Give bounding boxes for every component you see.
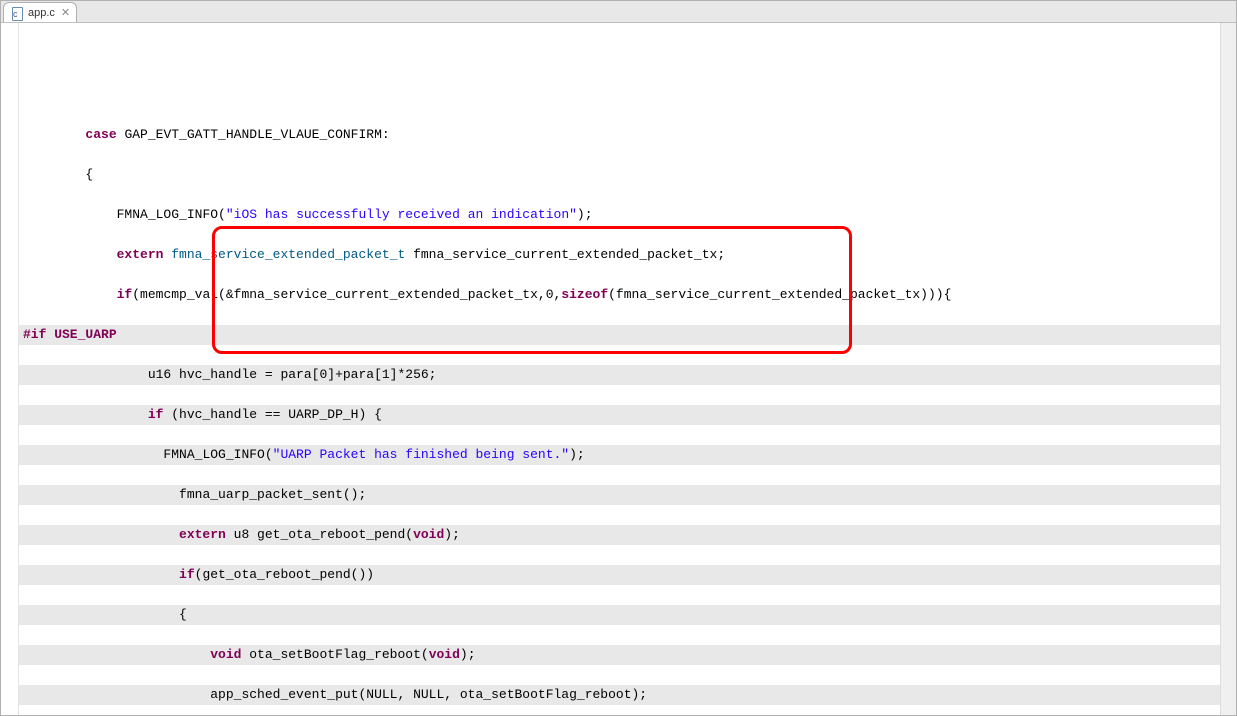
editor-window: app.c ✕ case GAP_EVT_GATT_HANDLE_VLAUE_C…: [0, 0, 1237, 716]
code-line: fmna_uarp_packet_sent();: [19, 485, 1236, 505]
c-file-icon: [10, 6, 24, 20]
code-line: extern fmna_service_extended_packet_t fm…: [19, 245, 1236, 265]
code-line: {: [19, 605, 1236, 625]
code-line: void ota_setBootFlag_reboot(void);: [19, 645, 1236, 665]
code-line: case GAP_EVT_GATT_HANDLE_VLAUE_CONFIRM:: [19, 125, 1236, 145]
code-content[interactable]: case GAP_EVT_GATT_HANDLE_VLAUE_CONFIRM: …: [19, 23, 1236, 715]
code-line: app_sched_event_put(NULL, NULL, ota_setB…: [19, 685, 1236, 705]
code-line: if(get_ota_reboot_pend()): [19, 565, 1236, 585]
code-line: FMNA_LOG_INFO("UARP Packet has finished …: [19, 445, 1236, 465]
code-line: FMNA_LOG_INFO("iOS has successfully rece…: [19, 205, 1236, 225]
code-line: #if USE_UARP: [19, 325, 1236, 345]
close-icon[interactable]: ✕: [61, 6, 70, 19]
file-tab-app-c[interactable]: app.c ✕: [3, 2, 77, 22]
code-line: if (hvc_handle == UARP_DP_H) {: [19, 405, 1236, 425]
code-line: u16 hvc_handle = para[0]+para[1]*256;: [19, 365, 1236, 385]
code-line: {: [19, 165, 1236, 185]
code-line: extern u8 get_ota_reboot_pend(void);: [19, 525, 1236, 545]
code-line: if(memcmp_val(&fmna_service_current_exte…: [19, 285, 1236, 305]
tab-filename: app.c: [28, 7, 55, 19]
vertical-scrollbar[interactable]: [1220, 23, 1236, 715]
tab-bar: app.c ✕: [1, 1, 1236, 23]
editor-gutter: [1, 23, 19, 715]
code-editor[interactable]: case GAP_EVT_GATT_HANDLE_VLAUE_CONFIRM: …: [1, 23, 1236, 715]
